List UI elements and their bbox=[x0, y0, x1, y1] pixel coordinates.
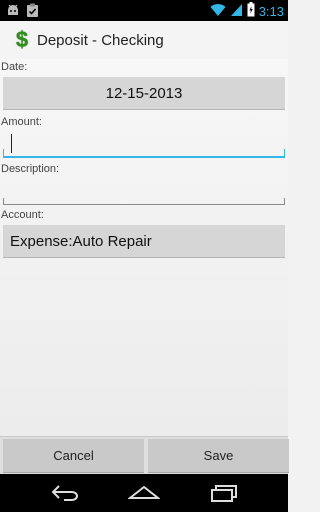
wifi-icon bbox=[210, 3, 226, 22]
date-label: Date: bbox=[1, 61, 28, 73]
amount-field[interactable] bbox=[3, 128, 285, 158]
button-bar: Cancel Save bbox=[0, 436, 289, 475]
account-label: Account: bbox=[1, 209, 44, 221]
amount-label: Amount: bbox=[1, 116, 42, 128]
dollar-icon[interactable]: $ bbox=[11, 28, 33, 52]
clipboard-icon bbox=[26, 3, 39, 22]
back-icon[interactable] bbox=[50, 483, 80, 508]
page-title: Deposit - Checking bbox=[37, 31, 164, 49]
description-field[interactable] bbox=[3, 175, 285, 205]
cancel-button[interactable]: Cancel bbox=[3, 439, 144, 473]
home-icon[interactable] bbox=[127, 483, 161, 508]
text-cursor bbox=[11, 134, 12, 153]
date-value: 12-15-2013 bbox=[105, 85, 183, 102]
save-button-label: Save bbox=[203, 448, 234, 463]
date-button[interactable]: 12-15-2013 bbox=[3, 77, 285, 110]
form-content: Date: 12-15-2013 Amount: Description: Ac… bbox=[0, 59, 288, 436]
signal-icon bbox=[230, 3, 243, 22]
battery-icon bbox=[247, 2, 255, 22]
clock: 3:13 bbox=[258, 4, 284, 19]
action-bar: $ Deposit - Checking bbox=[0, 21, 288, 60]
recent-apps-icon[interactable] bbox=[209, 483, 239, 508]
cancel-button-label: Cancel bbox=[53, 448, 94, 463]
account-value: Expense:Auto Repair bbox=[10, 233, 152, 250]
status-bar: 3:13 bbox=[0, 0, 288, 21]
save-button[interactable]: Save bbox=[148, 439, 289, 473]
description-label: Description: bbox=[1, 163, 60, 175]
account-spinner[interactable]: Expense:Auto Repair bbox=[3, 225, 285, 258]
navigation-bar bbox=[0, 474, 288, 512]
android-debug-icon bbox=[6, 3, 20, 22]
